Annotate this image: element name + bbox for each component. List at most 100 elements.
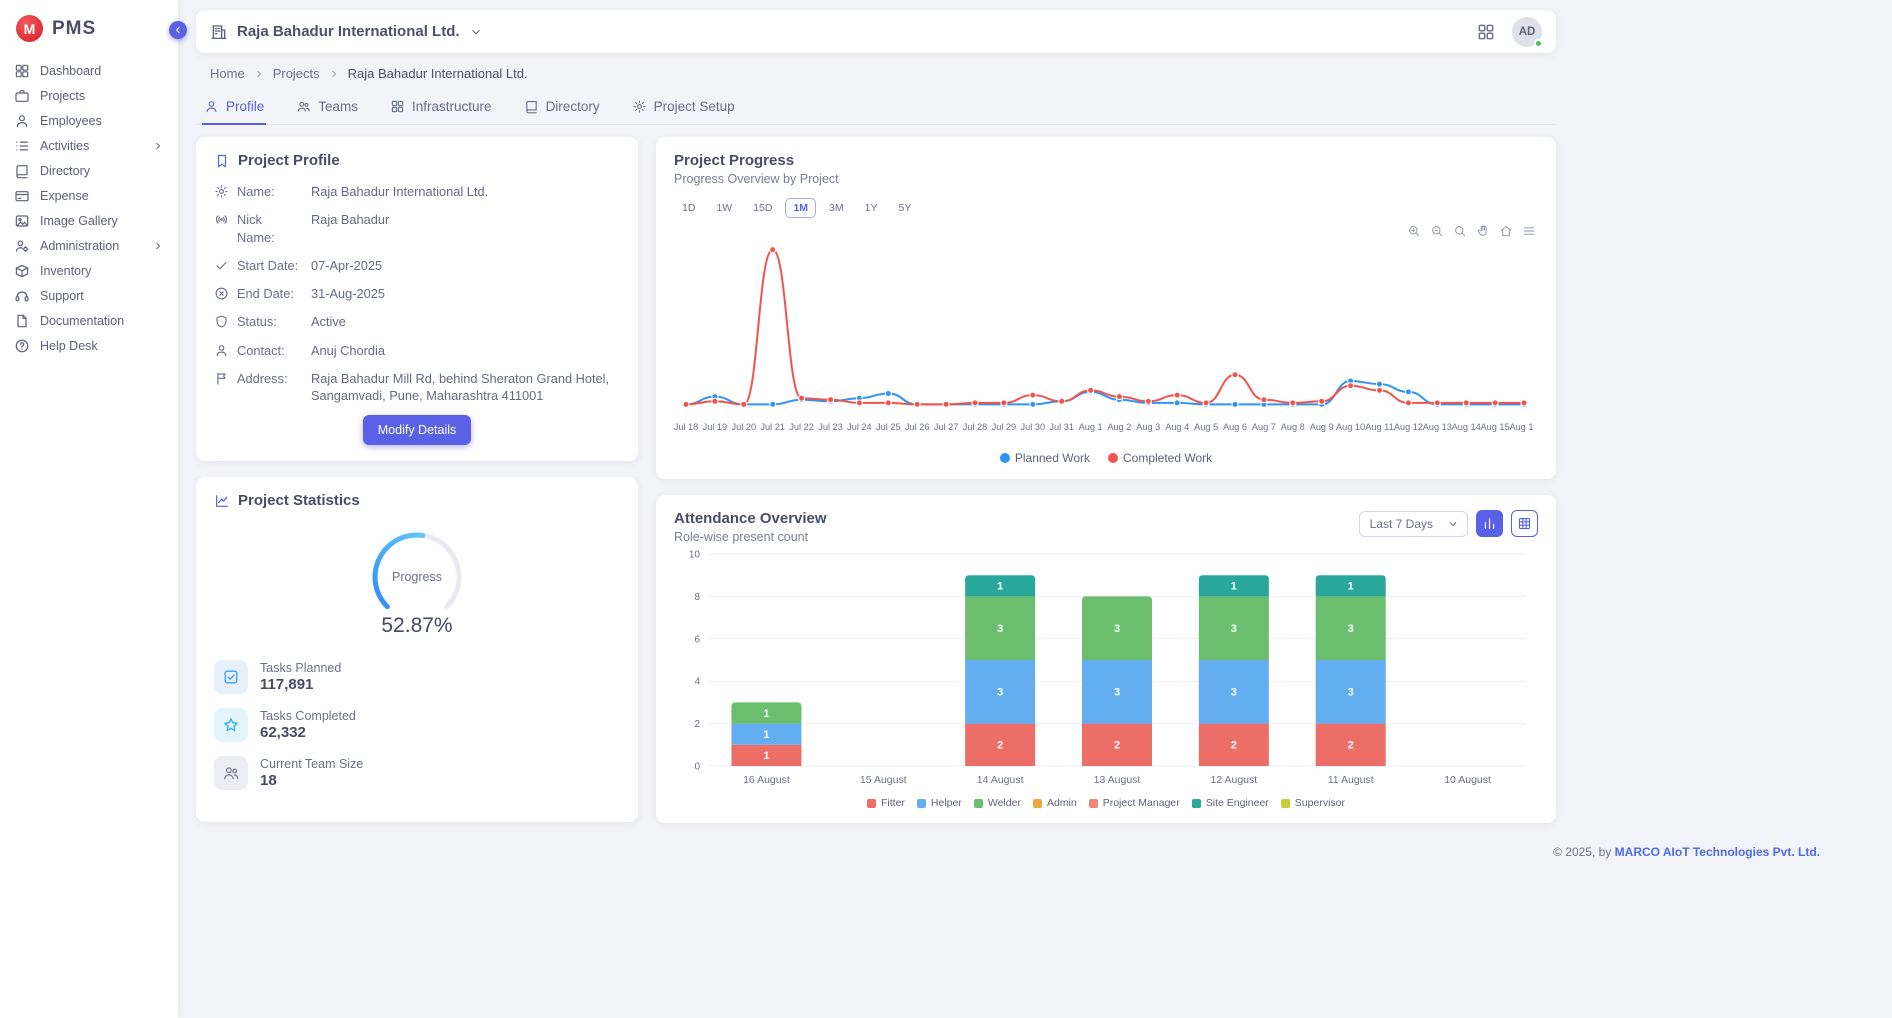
legend-item[interactable]: Site Engineer bbox=[1192, 797, 1269, 809]
range-1d[interactable]: 1D bbox=[674, 198, 703, 218]
sidebar-collapse-button[interactable] bbox=[169, 21, 187, 39]
range-1y[interactable]: 1Y bbox=[857, 198, 886, 218]
home-icon[interactable] bbox=[1499, 224, 1513, 238]
flag-icon bbox=[214, 371, 229, 386]
svg-text:3: 3 bbox=[1231, 687, 1237, 699]
sidebar: M PMS Dashboard Projects Employees Activ… bbox=[0, 0, 178, 1018]
company-selector[interactable]: Raja Bahadur International Ltd. bbox=[210, 23, 483, 41]
legend-item[interactable]: Fitter bbox=[867, 797, 905, 809]
breadcrumb: Home Projects Raja Bahadur International… bbox=[210, 66, 1574, 81]
sidebar-item-help-desk[interactable]: Help Desk bbox=[0, 333, 178, 358]
user-avatar[interactable]: AD bbox=[1512, 17, 1542, 47]
table-view-button[interactable] bbox=[1511, 510, 1538, 537]
zoom-in-icon[interactable] bbox=[1407, 224, 1421, 238]
sidebar-item-support[interactable]: Support bbox=[0, 283, 178, 308]
company-link[interactable]: MARCO AIoT Technologies Pvt. Ltd. bbox=[1615, 845, 1820, 859]
svg-text:11 August: 11 August bbox=[1328, 774, 1374, 786]
antenna-icon bbox=[214, 212, 229, 227]
field-value: Raja Bahadur Mill Rd, behind Sheraton Gr… bbox=[311, 370, 620, 405]
sidebar-item-image-gallery[interactable]: Image Gallery bbox=[0, 208, 178, 233]
progress-line-chart[interactable]: Jul 18Jul 19Jul 20Jul 21Jul 22Jul 23Jul … bbox=[674, 220, 1538, 449]
stat-tasks-planned: Tasks Planned 117,891 bbox=[214, 660, 620, 694]
svg-text:12 August: 12 August bbox=[1210, 774, 1257, 786]
tab-directory[interactable]: Directory bbox=[522, 91, 602, 125]
directory-icon bbox=[14, 163, 30, 179]
range-1m[interactable]: 1M bbox=[785, 198, 816, 218]
sidebar-item-expense[interactable]: Expense bbox=[0, 183, 178, 208]
sidebar-menu: Dashboard Projects Employees Activities … bbox=[0, 54, 178, 358]
range-5y[interactable]: 5Y bbox=[890, 198, 919, 218]
bookmark-icon bbox=[214, 153, 230, 169]
stat-tasks-completed: Tasks Completed 62,332 bbox=[214, 708, 620, 742]
sidebar-item-label: Documentation bbox=[40, 314, 124, 328]
zoom-out-icon[interactable] bbox=[1430, 224, 1444, 238]
project-progress-card: Project Progress Progress Overview by Pr… bbox=[656, 137, 1556, 479]
legend-item[interactable]: Planned Work bbox=[1000, 451, 1090, 465]
svg-text:8: 8 bbox=[694, 592, 700, 603]
field-start-date: Start Date: 07-Apr-2025 bbox=[214, 257, 620, 274]
breadcrumb-projects[interactable]: Projects bbox=[273, 66, 320, 81]
range-selector: 1D 1W 15D 1M 3M 1Y 5Y bbox=[674, 198, 1538, 218]
sidebar-item-administration[interactable]: Administration bbox=[0, 233, 178, 258]
tab-infrastructure[interactable]: Infrastructure bbox=[388, 91, 494, 125]
sidebar-item-directory[interactable]: Directory bbox=[0, 158, 178, 183]
pan-icon[interactable] bbox=[1476, 224, 1490, 238]
menu-icon[interactable] bbox=[1522, 224, 1536, 238]
field-label: Contact: bbox=[237, 342, 303, 359]
sidebar-item-label: Expense bbox=[40, 189, 89, 203]
card-title: Attendance Overview bbox=[674, 510, 827, 527]
svg-text:1: 1 bbox=[763, 729, 769, 741]
attendance-bar-chart[interactable]: 024681011116 August15 August233114 Augus… bbox=[674, 544, 1538, 795]
stat-label: Tasks Planned bbox=[260, 661, 341, 675]
svg-text:2: 2 bbox=[1231, 740, 1237, 752]
svg-text:Jul 26: Jul 26 bbox=[905, 422, 930, 432]
chevron-right-icon bbox=[328, 68, 340, 80]
online-status-dot bbox=[1534, 39, 1543, 48]
sidebar-item-dashboard[interactable]: Dashboard bbox=[0, 58, 178, 83]
documentation-icon bbox=[14, 313, 30, 329]
sidebar-item-inventory[interactable]: Inventory bbox=[0, 258, 178, 283]
range-1w[interactable]: 1W bbox=[708, 198, 740, 218]
range-15d[interactable]: 15D bbox=[745, 198, 780, 218]
svg-text:3: 3 bbox=[997, 623, 1003, 635]
svg-text:2: 2 bbox=[694, 719, 700, 730]
chevron-down-icon bbox=[469, 25, 483, 39]
tab-teams[interactable]: Teams bbox=[294, 91, 360, 125]
sidebar-item-projects[interactable]: Projects bbox=[0, 83, 178, 108]
legend-item[interactable]: Admin bbox=[1033, 797, 1077, 809]
breadcrumb-current: Raja Bahadur International Ltd. bbox=[348, 66, 528, 81]
range-3m[interactable]: 3M bbox=[821, 198, 852, 218]
card-title: Project Profile bbox=[238, 152, 340, 169]
sidebar-item-label: Image Gallery bbox=[40, 214, 118, 228]
sidebar-item-documentation[interactable]: Documentation bbox=[0, 308, 178, 333]
svg-text:4: 4 bbox=[694, 677, 700, 688]
legend-item[interactable]: Welder bbox=[974, 797, 1021, 809]
legend-item[interactable]: Completed Work bbox=[1108, 451, 1212, 465]
svg-text:Aug 15: Aug 15 bbox=[1481, 422, 1510, 432]
breadcrumb-home[interactable]: Home bbox=[210, 66, 245, 81]
selection-zoom-icon[interactable] bbox=[1453, 224, 1467, 238]
field-end-date: End Date: 31-Aug-2025 bbox=[214, 285, 620, 302]
svg-text:3: 3 bbox=[1231, 623, 1237, 635]
svg-text:Aug 5: Aug 5 bbox=[1194, 422, 1218, 432]
days-filter-select[interactable]: Last 7 Days bbox=[1359, 511, 1468, 537]
brand[interactable]: M PMS bbox=[0, 0, 178, 54]
stat-label: Tasks Completed bbox=[260, 709, 356, 723]
attendance-overview-card: Attendance Overview Role-wise present co… bbox=[656, 495, 1556, 823]
tab-profile[interactable]: Profile bbox=[202, 91, 266, 125]
sidebar-item-activities[interactable]: Activities bbox=[0, 133, 178, 158]
legend-item[interactable]: Helper bbox=[917, 797, 962, 809]
bar-view-button[interactable] bbox=[1476, 510, 1503, 537]
tab-project-setup[interactable]: Project Setup bbox=[630, 91, 737, 125]
tab-label: Teams bbox=[318, 99, 358, 114]
modify-details-button[interactable]: Modify Details bbox=[363, 415, 472, 445]
team-icon bbox=[222, 764, 240, 782]
header-actions: AD bbox=[1476, 17, 1542, 47]
field-value: Anuj Chordia bbox=[311, 342, 620, 359]
apps-grid-icon[interactable] bbox=[1476, 22, 1496, 42]
legend-item[interactable]: Supervisor bbox=[1281, 797, 1345, 809]
sidebar-item-employees[interactable]: Employees bbox=[0, 108, 178, 133]
legend-item[interactable]: Project Manager bbox=[1089, 797, 1180, 809]
svg-text:Aug 12: Aug 12 bbox=[1394, 422, 1423, 432]
card-subtitle: Progress Overview by Project bbox=[674, 172, 1538, 186]
